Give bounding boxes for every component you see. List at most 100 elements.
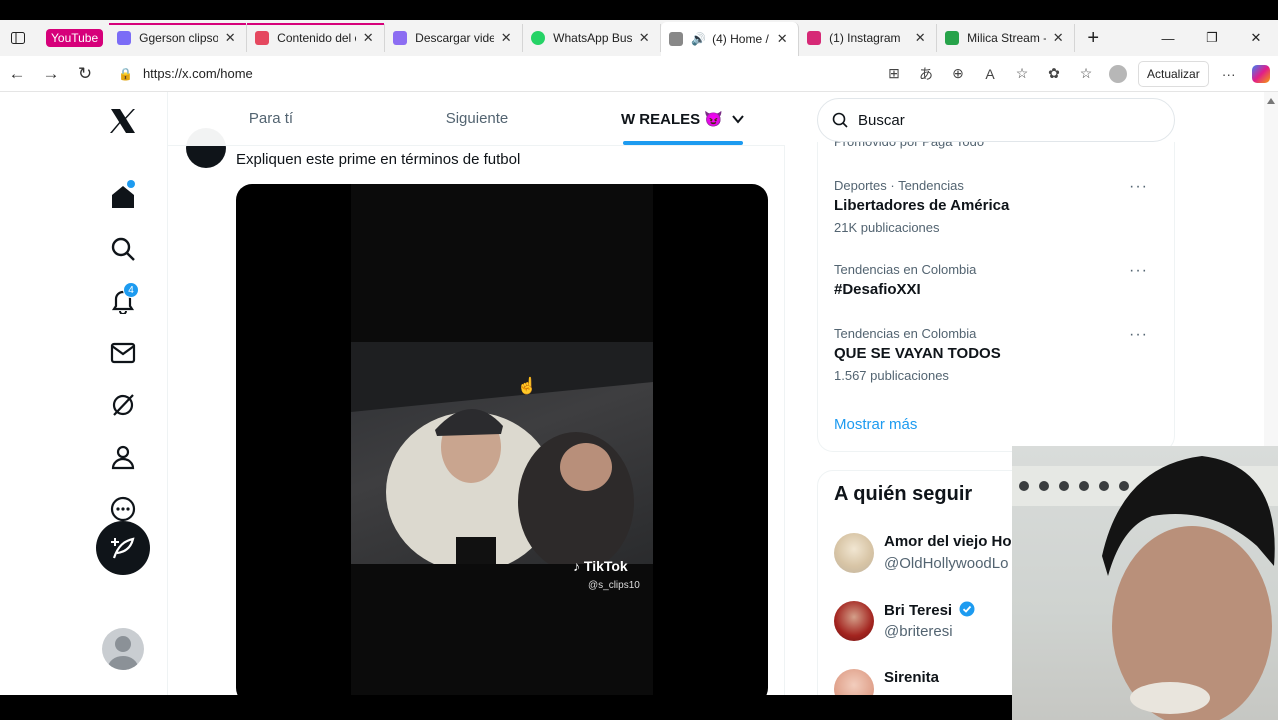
user-handle: @briteresi xyxy=(884,623,953,640)
tab-group-line xyxy=(109,23,247,25)
reload-icon[interactable]: ↻ xyxy=(68,58,102,90)
tab-strip: YouTube Ggerson clipso - ✕ Contenido del… xyxy=(0,20,1278,56)
tab-following[interactable]: Siguiente xyxy=(374,92,580,145)
tab-label: Descargar video xyxy=(415,31,495,45)
apps-grid-icon[interactable]: ⊞ xyxy=(878,58,910,90)
trend-item[interactable]: Tendencias en Colombia #DesafioXXI ··· xyxy=(834,262,1164,298)
home-dot-badge xyxy=(127,180,135,188)
tab-group-label[interactable]: YouTube xyxy=(46,29,104,47)
video-player[interactable]: ☝ ♪ TikTok @s_clips10 xyxy=(236,184,768,695)
sidebar-toggle-icon[interactable] xyxy=(0,20,36,56)
back-arrow-icon[interactable]: ← xyxy=(0,58,34,90)
profile-person-icon[interactable] xyxy=(96,430,150,484)
scroll-up-arrow-icon[interactable] xyxy=(1267,98,1275,104)
youtube-favicon-icon xyxy=(255,31,270,45)
tab-descargar[interactable]: Descargar video ✕ xyxy=(385,24,524,52)
kick-favicon-icon xyxy=(945,31,960,45)
tiktok-handle: @s_clips10 xyxy=(588,580,640,591)
messages-envelope-icon[interactable] xyxy=(96,326,150,380)
search-input[interactable]: Buscar xyxy=(817,98,1175,142)
tiktok-label: TikTok xyxy=(583,558,628,574)
tab-w-reales[interactable]: W REALES 😈 xyxy=(580,92,786,145)
trend-title: #DesafioXXI xyxy=(834,281,921,298)
window-close-icon[interactable]: ✕ xyxy=(1234,20,1278,56)
close-icon[interactable]: ✕ xyxy=(774,31,790,47)
close-icon[interactable]: ✕ xyxy=(222,30,238,46)
x-favicon-icon xyxy=(669,32,684,46)
webcam-overlay xyxy=(1012,446,1278,720)
compose-post-button[interactable] xyxy=(96,521,150,575)
trend-count: 1.567 publicaciones xyxy=(834,368,949,383)
url-text: https://x.com/home xyxy=(142,66,253,81)
translate-icon[interactable]: あ xyxy=(910,58,942,90)
trend-meta: Tendencias en Colombia xyxy=(834,262,977,277)
account-avatar[interactable] xyxy=(102,628,144,670)
more-dots-icon[interactable]: ··· xyxy=(1129,178,1148,196)
grok-icon[interactable] xyxy=(96,378,150,432)
restore-icon[interactable]: ❐ xyxy=(1190,20,1234,56)
notifications-bell-icon[interactable]: 4 xyxy=(96,274,150,328)
tab-milica[interactable]: Milica Stream - ✕ xyxy=(937,24,1076,52)
update-button[interactable]: Actualizar xyxy=(1138,60,1209,87)
feed-tabs: Para tí Siguiente W REALES 😈 xyxy=(168,92,786,146)
tab-for-you[interactable]: Para tí xyxy=(168,92,374,145)
home-icon[interactable] xyxy=(96,170,150,224)
more-menu-icon[interactable]: ··· xyxy=(1213,58,1245,90)
who-to-follow-title: A quién seguir xyxy=(834,483,973,505)
forward-arrow-icon[interactable]: → xyxy=(34,58,68,90)
user-avatar[interactable] xyxy=(834,533,874,573)
profile-icon[interactable] xyxy=(1102,58,1134,90)
trend-item[interactable]: Tendencias en Colombia QUE SE VAYAN TODO… xyxy=(834,326,1164,383)
instagram-favicon-icon xyxy=(807,31,822,45)
close-icon[interactable]: ✕ xyxy=(360,30,376,46)
extensions-icon[interactable]: ✿ xyxy=(1038,58,1070,90)
tab-label: W REALES 😈 xyxy=(620,110,723,128)
user-name: Amor del viejo Ho xyxy=(884,533,1012,550)
tab-ggerson[interactable]: Ggerson clipso - ✕ xyxy=(109,23,248,52)
active-tab-indicator xyxy=(623,141,743,145)
favorites-list-icon[interactable]: ☆ xyxy=(1070,58,1102,90)
chevron-down-icon[interactable] xyxy=(731,112,745,126)
url-bar[interactable]: 🔒 https://x.com/home xyxy=(108,60,878,88)
speaker-icon[interactable]: 🔊 xyxy=(691,32,706,46)
close-icon[interactable]: ✕ xyxy=(636,30,652,46)
tab-x-home[interactable]: 🔊 (4) Home / ✕ xyxy=(661,22,800,56)
trend-item[interactable]: Deportes · Tendencias Libertadores de Am… xyxy=(834,178,1164,235)
search-placeholder: Buscar xyxy=(858,111,905,129)
tab-label: Siguiente xyxy=(445,110,509,127)
tab-whatsapp[interactable]: WhatsApp Busi ✕ xyxy=(523,24,662,52)
timeline: Expliquen este prime en términos de futb… xyxy=(167,92,786,695)
verified-badge-icon xyxy=(959,601,975,617)
download-favicon-icon xyxy=(393,31,408,45)
x-logo-icon[interactable] xyxy=(96,94,150,148)
tab-instagram[interactable]: (1) Instagram ✕ xyxy=(799,24,938,52)
trend-meta: Deportes · Tendencias xyxy=(834,178,964,193)
user-avatar[interactable] xyxy=(834,669,874,695)
minimize-icon[interactable]: — xyxy=(1146,20,1190,56)
show-more-link[interactable]: Mostrar más xyxy=(834,416,917,433)
tab-label: Para tí xyxy=(248,110,294,127)
more-dots-icon[interactable]: ··· xyxy=(1129,326,1148,344)
copilot-icon[interactable] xyxy=(1245,58,1277,90)
trend-meta: Tendencias en Colombia xyxy=(834,326,977,341)
trends-card: Promovido por Paga Todo Deportes · Tende… xyxy=(817,134,1175,452)
read-aloud-icon[interactable]: A xyxy=(974,58,1006,90)
video-thumbnail: ☝ xyxy=(351,342,653,564)
user-avatar[interactable] xyxy=(834,601,874,641)
tab-label: Milica Stream - xyxy=(967,31,1047,45)
tiktok-watermark: ♪ TikTok xyxy=(573,558,628,574)
site-info-icon[interactable]: 🔒 xyxy=(118,67,133,81)
more-dots-icon[interactable]: ··· xyxy=(1129,262,1148,280)
tab-label: (4) Home / xyxy=(712,32,769,46)
new-tab-plus-icon[interactable]: + xyxy=(1075,20,1111,56)
close-icon[interactable]: ✕ xyxy=(1050,30,1066,46)
close-icon[interactable]: ✕ xyxy=(912,30,928,46)
tab-label: WhatsApp Busi xyxy=(553,31,633,45)
close-icon[interactable]: ✕ xyxy=(498,30,514,46)
whatsapp-favicon-icon xyxy=(531,31,546,45)
video-favicon-icon xyxy=(117,31,132,45)
explore-search-icon[interactable] xyxy=(96,222,150,276)
favorite-star-icon[interactable]: ☆ xyxy=(1006,58,1038,90)
tab-contenido[interactable]: Contenido del c ✕ xyxy=(247,23,386,52)
zoom-icon[interactable]: ⊕ xyxy=(942,58,974,90)
